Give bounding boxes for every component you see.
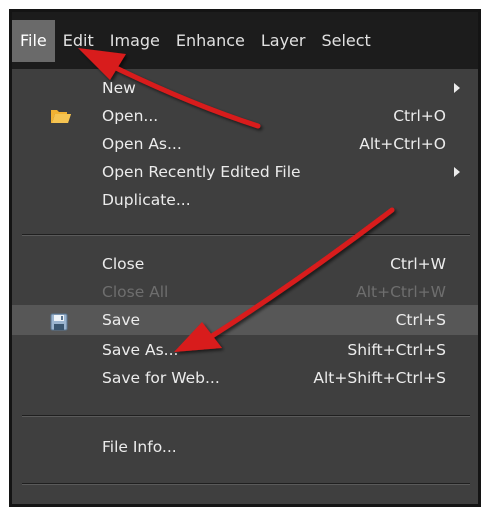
- shortcut-label: Alt+Ctrl+W: [356, 283, 446, 301]
- submenu-arrow-icon: [454, 83, 460, 93]
- submenu-arrow-icon: [454, 167, 460, 177]
- menu-item-label: Save for Web...: [102, 369, 220, 387]
- shortcut-label: Alt+Ctrl+O: [359, 135, 446, 153]
- shortcut-label: Ctrl+O: [393, 107, 446, 125]
- shortcut-label: Shift+Ctrl+S: [347, 341, 446, 359]
- menu-item-label: Save As...: [102, 341, 179, 359]
- menu-separator: [22, 234, 470, 236]
- menu-item-label: Duplicate...: [102, 191, 191, 209]
- shortcut-label: Alt+Shift+Ctrl+S: [313, 369, 446, 387]
- folder-icon: [50, 107, 71, 125]
- menu-separator: [22, 483, 470, 485]
- menu-item-label: Open As...: [102, 135, 182, 153]
- menu-item-label: Open...: [102, 107, 159, 125]
- menu-select[interactable]: Select: [313, 20, 378, 62]
- menu-item-label: Close All: [102, 283, 169, 301]
- menu-item-close[interactable]: Close Ctrl+W: [12, 251, 478, 277]
- menu-item-label: Open Recently Edited File: [102, 163, 301, 181]
- menu-item-label: File Info...: [102, 438, 177, 456]
- menu-item-new[interactable]: New: [12, 75, 478, 101]
- menu-bar: File Edit Image Enhance Layer Select: [12, 12, 478, 69]
- shortcut-label: Ctrl+S: [395, 311, 446, 329]
- menu-separator: [22, 415, 470, 417]
- menu-enhance[interactable]: Enhance: [168, 20, 253, 62]
- floppy-disk-icon: [50, 311, 70, 331]
- menu-item-open[interactable]: Open... Ctrl+O: [12, 103, 478, 129]
- file-menu-dropdown: New Open... Ctrl+O Open As... Alt+Ctrl+O…: [12, 69, 478, 504]
- menu-item-open-as[interactable]: Open As... Alt+Ctrl+O: [12, 131, 478, 157]
- menu-item-label: Save: [102, 311, 141, 329]
- menu-item-label: New: [102, 79, 136, 97]
- shortcut-label: Ctrl+W: [390, 255, 446, 273]
- menu-item-save[interactable]: Save Ctrl+S: [12, 305, 478, 335]
- menu-image[interactable]: Image: [102, 20, 168, 62]
- menu-item-label: Close: [102, 255, 145, 273]
- menu-item-duplicate[interactable]: Duplicate...: [12, 187, 478, 213]
- menu-item-save-as[interactable]: Save As... Shift+Ctrl+S: [12, 337, 478, 363]
- menu-edit[interactable]: Edit: [55, 20, 102, 62]
- menu-file[interactable]: File: [12, 19, 55, 62]
- menu-layer[interactable]: Layer: [253, 20, 314, 62]
- menu-item-file-info[interactable]: File Info...: [12, 434, 478, 460]
- menu-item-open-recent[interactable]: Open Recently Edited File: [12, 159, 478, 185]
- menu-item-save-for-web[interactable]: Save for Web... Alt+Shift+Ctrl+S: [12, 365, 478, 391]
- application-window: File Edit Image Enhance Layer Select New…: [9, 9, 481, 507]
- menu-item-close-all: Close All Alt+Ctrl+W: [12, 279, 478, 305]
